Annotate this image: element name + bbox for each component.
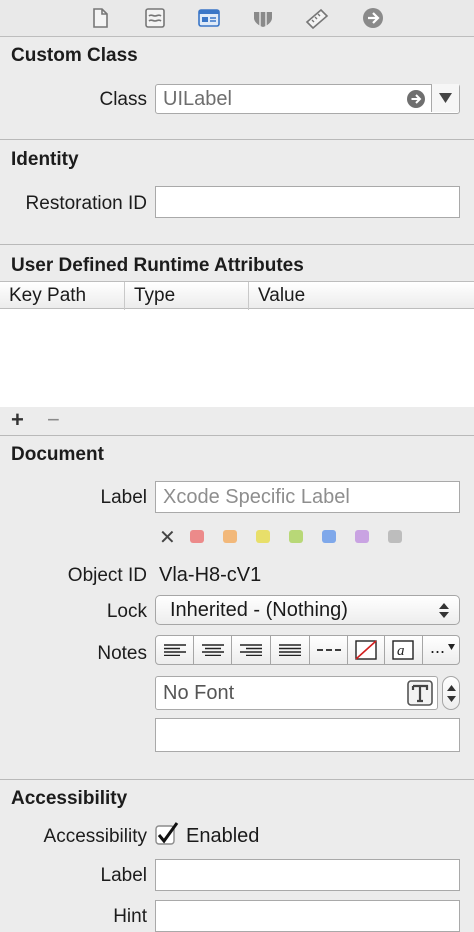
attributes-inspector-icon[interactable]	[251, 6, 275, 30]
font-a-icon: a	[392, 640, 414, 660]
align-left-icon	[164, 644, 186, 656]
align-right-icon	[240, 644, 262, 656]
runtime-attributes-table[interactable]: Key Path Type Value	[0, 281, 474, 407]
color-swatch-orange[interactable]	[223, 530, 237, 543]
class-label: Class	[99, 89, 147, 110]
restoration-id-label: Restoration ID	[25, 193, 147, 214]
identity-inspector-icon[interactable]	[197, 6, 221, 30]
custom-class-title: Custom Class	[11, 45, 138, 66]
clear-color-button[interactable]: ✕	[159, 525, 176, 550]
color-swatch-blue[interactable]	[322, 530, 336, 543]
quick-help-icon[interactable]	[143, 6, 167, 30]
font-picker-icon[interactable]	[407, 680, 433, 706]
section-divider	[0, 435, 474, 436]
dashes-icon	[317, 649, 341, 651]
notes-label: Notes	[97, 643, 147, 664]
section-divider	[0, 244, 474, 245]
column-value[interactable]: Value	[249, 282, 474, 310]
size-inspector-icon[interactable]	[305, 6, 329, 30]
object-id-value: Vla-H8-cV1	[159, 564, 262, 586]
checkmark-icon	[155, 822, 179, 845]
accessibility-title: Accessibility	[11, 788, 128, 809]
document-label-placeholder: Xcode Specific Label	[163, 486, 350, 508]
class-value: UILabel	[163, 88, 232, 110]
chevron-down-icon	[448, 644, 455, 650]
align-left-button[interactable]	[156, 636, 194, 664]
notes-text-field[interactable]	[155, 718, 460, 752]
notes-format-bar: a ...	[155, 635, 460, 665]
color-swatch-red[interactable]	[190, 530, 204, 543]
class-dropdown-button[interactable]	[431, 84, 459, 112]
lock-label: Lock	[106, 601, 147, 622]
align-right-button[interactable]	[232, 636, 271, 664]
up-down-arrows-icon	[439, 603, 449, 618]
accessibility-label-field[interactable]	[155, 859, 460, 891]
font-value: No Font	[163, 682, 235, 704]
lock-popup-button[interactable]: Inherited - (Nothing)	[155, 595, 460, 625]
accessibility-hint-label: Hint	[113, 906, 147, 927]
document-label-label: Label	[100, 487, 148, 508]
accessibility-hint-field[interactable]	[155, 900, 460, 932]
lock-value: Inherited - (Nothing)	[170, 599, 348, 621]
color-swatch-yellow[interactable]	[256, 530, 270, 543]
document-label-field[interactable]: Xcode Specific Label	[155, 481, 460, 513]
font-size-stepper[interactable]	[442, 676, 460, 710]
identity-title: Identity	[11, 149, 79, 170]
column-type[interactable]: Type	[125, 282, 249, 310]
object-id-label: Object ID	[67, 565, 147, 586]
document-title: Document	[11, 444, 104, 465]
font-field[interactable]: No Font	[155, 676, 438, 710]
class-combo-box[interactable]: UILabel	[155, 84, 460, 114]
connections-inspector-icon[interactable]	[361, 6, 385, 30]
go-to-class-icon[interactable]	[406, 89, 426, 109]
column-key-path[interactable]: Key Path	[0, 282, 125, 310]
section-divider	[0, 779, 474, 780]
color-swatch-purple[interactable]	[355, 530, 369, 543]
no-color-icon	[355, 640, 377, 660]
accessibility-label: Accessibility	[43, 826, 147, 847]
chevron-down-icon	[439, 93, 452, 103]
restoration-id-field[interactable]	[155, 186, 460, 218]
section-divider	[0, 139, 474, 140]
file-inspector-icon[interactable]	[88, 6, 112, 30]
table-header: Key Path Type Value	[0, 281, 474, 310]
natural-alignment-button[interactable]	[310, 636, 348, 664]
accessibility-enabled-checkbox[interactable]	[155, 821, 179, 847]
align-center-icon	[202, 644, 224, 656]
accessibility-label-label: Label	[100, 865, 148, 886]
runtime-attributes-title: User Defined Runtime Attributes	[11, 255, 304, 276]
stepper-arrows-icon	[447, 685, 456, 702]
more-options-button[interactable]: ...	[423, 636, 459, 664]
inspector-toolbar	[0, 0, 474, 37]
accessibility-enabled-label[interactable]: Enabled	[186, 825, 259, 848]
more-label: ...	[430, 637, 446, 657]
align-center-button[interactable]	[194, 636, 232, 664]
add-attribute-button[interactable]: +	[11, 407, 24, 433]
font-style-button[interactable]: a	[385, 636, 423, 664]
justify-icon	[279, 644, 301, 656]
remove-attribute-button[interactable]: −	[47, 407, 60, 433]
color-swatch-gray[interactable]	[388, 530, 402, 543]
svg-text:a: a	[397, 643, 405, 659]
justify-button[interactable]	[271, 636, 310, 664]
color-swatch-green[interactable]	[289, 530, 303, 543]
text-color-button[interactable]	[348, 636, 385, 664]
